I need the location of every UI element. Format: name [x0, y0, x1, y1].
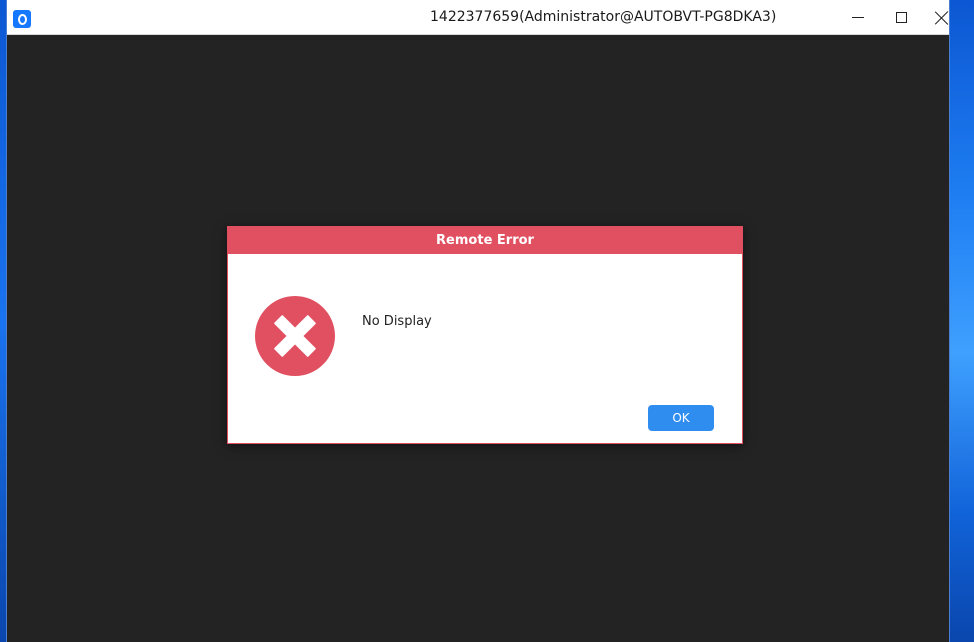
- remote-error-dialog: Remote Error No Display OK: [227, 226, 743, 444]
- remote-session-window: 1422377659(Administrator@AUTOBVT-PG8DKA3…: [6, 0, 950, 642]
- error-x-icon: [255, 296, 335, 376]
- minimize-button[interactable]: [837, 0, 879, 35]
- maximize-icon: [895, 12, 907, 23]
- ok-button[interactable]: OK: [648, 405, 714, 431]
- close-icon: [935, 11, 949, 25]
- window-title: 1422377659(Administrator@AUTOBVT-PG8DKA3…: [430, 9, 777, 25]
- remote-desktop-app-icon[interactable]: [13, 10, 31, 28]
- dialog-header[interactable]: Remote Error: [228, 227, 742, 254]
- desktop-background-right: [950, 0, 974, 642]
- close-button[interactable]: [921, 0, 963, 35]
- maximize-button[interactable]: [880, 0, 922, 35]
- minimize-icon: [852, 17, 864, 18]
- dialog-message: No Display: [362, 314, 432, 329]
- window-titlebar[interactable]: 1422377659(Administrator@AUTOBVT-PG8DKA3…: [7, 0, 949, 35]
- dialog-title: Remote Error: [436, 233, 534, 248]
